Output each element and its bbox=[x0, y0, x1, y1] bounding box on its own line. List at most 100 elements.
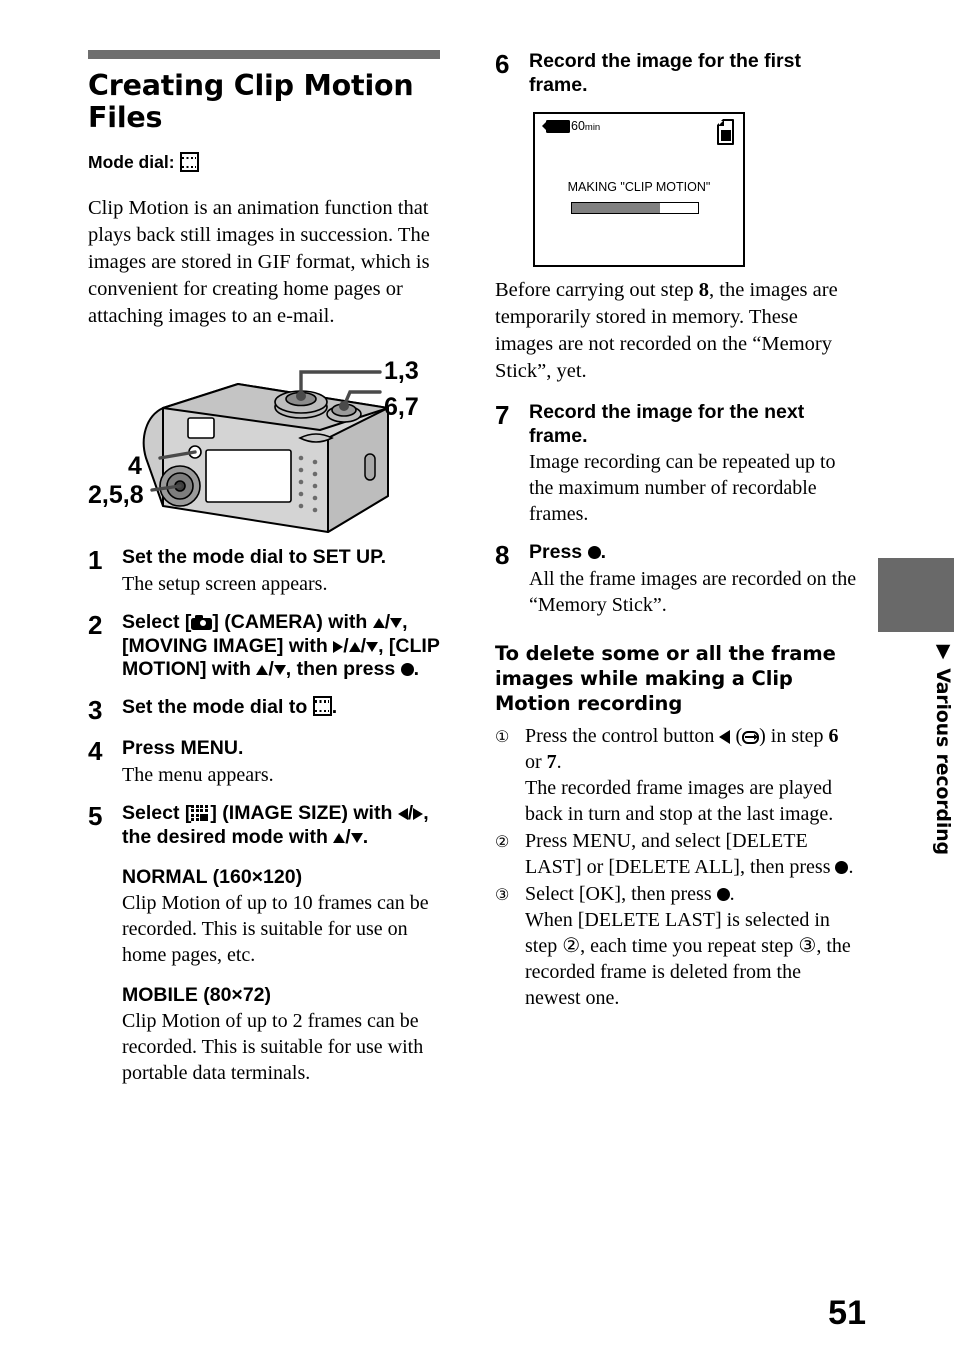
step-number: 1 bbox=[88, 545, 103, 576]
step2-text-2: ] (CAMERA) with bbox=[212, 610, 373, 633]
manual-page: Creating Clip Motion Files Mode dial: Cl… bbox=[0, 0, 954, 1357]
d1-text-4: or bbox=[525, 750, 547, 773]
delete-step-2-text: Press MENU, and select [DELETE LAST] or … bbox=[525, 828, 860, 880]
d2-text-2: . bbox=[848, 855, 854, 878]
arrow-right-icon bbox=[413, 807, 424, 820]
step-2: 2 Select [] (CAMERA) with /, [MOVING IMA… bbox=[88, 611, 448, 682]
delete-step-1-text: Press the control button ( ) in step 6 or… bbox=[525, 723, 860, 827]
side-tab-label: ▼ Various recording bbox=[932, 640, 954, 855]
step-title: Select [] (IMAGE SIZE) with / , the des… bbox=[122, 802, 448, 850]
step3-text-1: Set the mode dial to bbox=[122, 696, 313, 719]
step-number: 8 bbox=[495, 540, 510, 571]
step-description: All the frame images are recorded on the… bbox=[529, 568, 857, 617]
circled-number-1: ① bbox=[495, 728, 510, 746]
control-dot-icon bbox=[835, 860, 849, 874]
step-title: Press MENU. bbox=[122, 737, 244, 760]
d1-text-5: . bbox=[556, 750, 562, 773]
step-title: Press . bbox=[529, 541, 860, 565]
delete-steps-list: ① Press the control button ( ) in step 6 … bbox=[495, 723, 860, 1011]
step-number: 7 bbox=[495, 399, 510, 430]
arrow-right-icon bbox=[333, 640, 344, 653]
step-1: 1 Set the mode dial to SET UP. The setup… bbox=[88, 546, 448, 597]
step-title: Set the mode dial to SET UP. bbox=[122, 546, 387, 569]
callout-4: 4 bbox=[128, 452, 142, 481]
mode-text-mobile: Clip Motion of up to 2 frames can be rec… bbox=[122, 1009, 424, 1084]
d1-description: The recorded frame images are played bac… bbox=[525, 776, 834, 825]
circled-number-2: ② bbox=[495, 833, 510, 851]
d2-text-1: Press MENU, and select [DELETE LAST] or … bbox=[525, 829, 836, 878]
step-3: 3 Set the mode dial to . bbox=[88, 696, 448, 723]
arrow-down-icon bbox=[390, 617, 403, 628]
step-number: 6 bbox=[495, 49, 510, 79]
delete-step-1: ① Press the control button ( ) in step 6 … bbox=[495, 723, 860, 827]
step-title: Record the image for the next frame. bbox=[529, 400, 805, 447]
delete-section-heading: To delete some or all the frame images w… bbox=[495, 642, 836, 715]
step-description: The menu appears. bbox=[122, 763, 274, 786]
battery-unit: min bbox=[584, 121, 601, 133]
left-column: Creating Clip Motion Files Mode dial: Cl… bbox=[88, 50, 448, 1100]
battery-value: 60 bbox=[571, 118, 585, 133]
callout-2-5-8: 2,5,8 bbox=[88, 481, 144, 510]
battery-indicator: 60min bbox=[542, 119, 600, 133]
step-7: 7 Record the image for the next frame. I… bbox=[495, 401, 860, 528]
step3-text-2: . bbox=[331, 696, 338, 719]
step-4: 4 Press MENU. The menu appears. bbox=[88, 737, 448, 788]
delete-step-3: ③ Select [OK], then press . When [DELETE … bbox=[495, 881, 860, 1011]
d3-marker-2: ③ bbox=[798, 934, 817, 957]
control-dot-icon bbox=[587, 546, 601, 560]
step-number: 5 bbox=[88, 800, 103, 831]
progress-bar-fill bbox=[572, 202, 661, 213]
step-5: 5 Select [] (IMAGE SIZE) with / , the d… bbox=[88, 802, 448, 1086]
d3-text-2: . bbox=[729, 882, 735, 905]
callout-1-3: 1,3 bbox=[384, 357, 419, 386]
arrow-up-icon bbox=[256, 665, 269, 676]
delete-step-2: ② Press MENU, and select [DELETE LAST] o… bbox=[495, 828, 860, 880]
step2-text-6: . bbox=[413, 658, 420, 681]
image-size-icon bbox=[191, 804, 210, 822]
callout-6-7: 6,7 bbox=[384, 393, 419, 422]
side-tab-block bbox=[878, 558, 954, 632]
arrow-left-icon bbox=[397, 807, 408, 820]
arrow-down-icon bbox=[366, 641, 379, 652]
delete-step-3-text: Select [OK], then press . When [DELETE LA… bbox=[525, 881, 860, 1011]
mode-name-mobile: MOBILE (80×72) bbox=[122, 983, 272, 1006]
step8-text-2: . bbox=[600, 541, 606, 564]
d1-text-2: ( bbox=[730, 724, 743, 747]
d3-marker-1: ② bbox=[562, 934, 581, 957]
step8-text-1: Press bbox=[529, 541, 588, 564]
film-strip-icon bbox=[312, 696, 332, 717]
d1-step-ref-2: 7 bbox=[546, 750, 557, 773]
battery-time: 60min bbox=[571, 120, 600, 133]
d3-text-1: Select [OK], then press bbox=[525, 882, 717, 905]
d3-desc-2: , each time you repeat step bbox=[580, 934, 799, 957]
mode-dial-label: Mode dial: bbox=[88, 151, 175, 172]
camera-rear-illustration: 1,3 6,7 4 2,5,8 bbox=[88, 346, 448, 546]
step-title: Set the mode dial to . bbox=[122, 696, 448, 720]
note-after-lcd: Before carrying out step 8, the images a… bbox=[495, 277, 860, 385]
step-title: Select [] (CAMERA) with /, [MOVING IMAGE… bbox=[122, 611, 448, 682]
memory-stick-icon bbox=[717, 118, 734, 145]
step-description: The setup screen appears. bbox=[122, 572, 328, 595]
d1-text-3: ) in step bbox=[759, 724, 829, 747]
step2-text-5: , then press bbox=[285, 658, 401, 681]
step5-text-1: Select [ bbox=[122, 801, 192, 824]
camera-icon bbox=[191, 614, 213, 630]
d1-step-ref-1: 6 bbox=[828, 724, 839, 747]
intro-paragraph: Clip Motion is an animation function tha… bbox=[88, 196, 430, 327]
mode-name-normal: NORMAL (160×120) bbox=[122, 865, 303, 888]
step2-text-1: Select [ bbox=[122, 610, 192, 633]
arrow-down-icon bbox=[273, 665, 286, 676]
page-title: Creating Clip Motion Files bbox=[88, 69, 414, 134]
control-dot-icon bbox=[716, 887, 730, 901]
battery-icon bbox=[542, 119, 570, 133]
step-number: 4 bbox=[88, 736, 103, 767]
arrow-down-icon bbox=[350, 832, 363, 843]
step5-text-4: . bbox=[362, 825, 369, 848]
right-column: 6 Record the image for the first frame. … bbox=[495, 50, 860, 1012]
arrow-left-icon bbox=[719, 729, 731, 744]
control-dot-icon bbox=[400, 663, 414, 677]
step-6: 6 Record the image for the first frame. bbox=[495, 50, 860, 98]
d1-text-1: Press the control button bbox=[525, 724, 720, 747]
note-step-ref: 8 bbox=[698, 278, 710, 301]
circled-number-3: ③ bbox=[495, 886, 510, 904]
